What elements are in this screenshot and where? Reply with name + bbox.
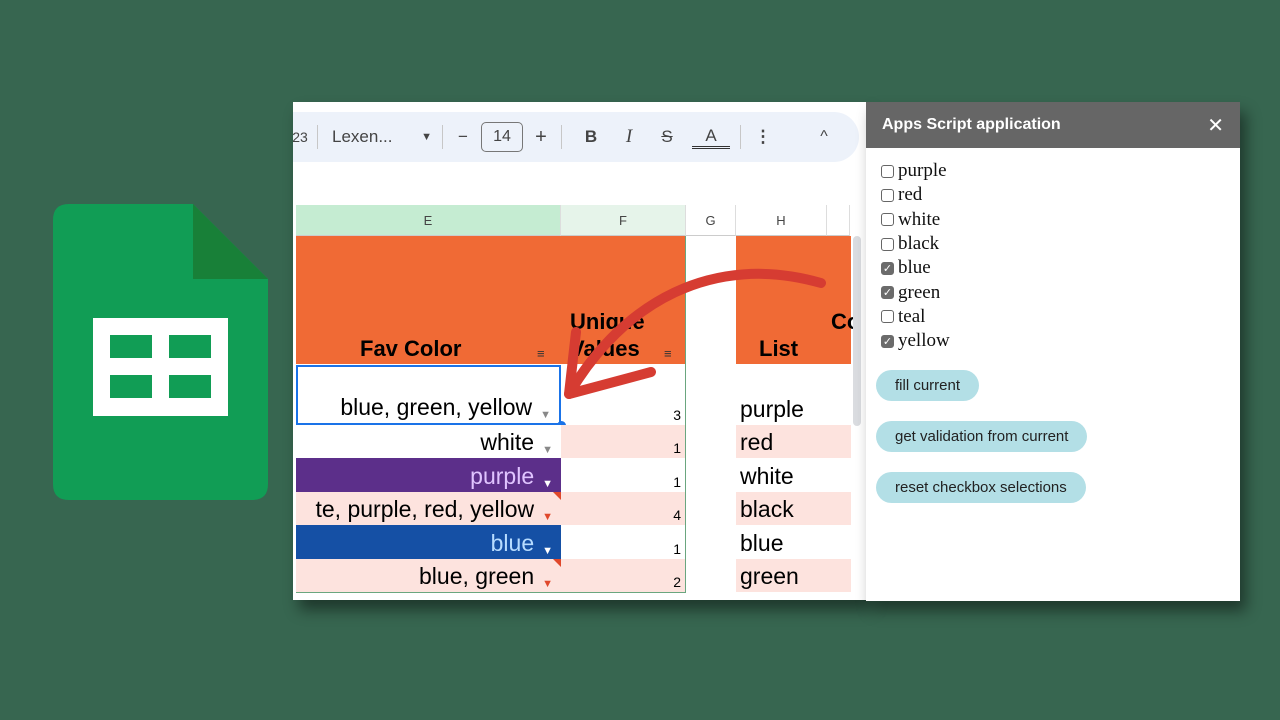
list-cell[interactable]: red <box>736 425 851 458</box>
checkbox-label: red <box>898 184 923 206</box>
font-size-input[interactable]: 14 <box>481 122 523 152</box>
invalid-data-marker <box>553 492 561 500</box>
checkbox-unchecked[interactable] <box>881 164 894 178</box>
checkbox-checked[interactable]: ✓ <box>881 286 894 300</box>
count-cell[interactable]: 1 <box>561 458 685 492</box>
fav-color-header: Fav Color <box>360 336 462 361</box>
divider <box>740 125 741 149</box>
checkbox-label: green <box>898 281 941 303</box>
checkbox-label: purple <box>898 160 947 182</box>
dropdown-arrow-icon[interactable]: ▼ <box>542 478 553 490</box>
text-color-button[interactable]: A <box>692 126 730 149</box>
strikethrough-button[interactable]: S <box>648 127 686 147</box>
checkbox-option-purple[interactable]: purple <box>881 159 1225 183</box>
checkbox-option-yellow[interactable]: ✓ yellow <box>881 329 1225 353</box>
column-header-f[interactable]: F <box>561 205 686 236</box>
dialog-title: Apps Script application <box>882 116 1061 133</box>
column-header-e[interactable]: E <box>296 205 561 236</box>
decrease-font-size-button[interactable]: − <box>453 127 473 147</box>
fav-cell[interactable]: blue, green ▼ <box>296 559 561 592</box>
count-cell[interactable]: 2 <box>561 559 685 592</box>
fav-cell[interactable]: blue ▼ <box>296 525 561 559</box>
fav-cell[interactable]: white ▼ <box>296 425 561 458</box>
cell-value: blue, green, yellow <box>340 394 533 420</box>
checkbox-label: teal <box>898 305 926 327</box>
dropdown-arrow-icon[interactable]: ▼ <box>542 545 553 557</box>
range-border <box>685 236 686 592</box>
selected-cell[interactable]: blue, green, yellow ▼ <box>296 365 561 425</box>
fav-cell[interactable]: te, purple, red, yellow ▼ <box>296 492 561 525</box>
count-cell[interactable]: 4 <box>561 492 685 525</box>
count-cell[interactable]: 1 <box>561 425 685 458</box>
dropdown-arrow-icon[interactable]: ▼ <box>542 444 553 456</box>
toolbar-partial-label: 23 <box>293 129 308 145</box>
cell-value: purple <box>470 463 535 489</box>
italic-button[interactable]: I <box>610 126 648 148</box>
list-cell[interactable]: black <box>736 492 851 525</box>
checkbox-label: black <box>898 233 940 255</box>
list-header: List <box>759 336 799 361</box>
checkbox-checked[interactable]: ✓ <box>881 261 894 275</box>
range-border <box>296 592 686 593</box>
spreadsheet-window: 23 Lexen... ▼ − 14 + B I S A ⋮ ^ E F G H… <box>293 102 866 600</box>
checkbox-label: yellow <box>898 330 950 352</box>
checkbox-label: white <box>898 208 941 230</box>
list-cell[interactable]: purple <box>736 365 851 425</box>
checkbox-option-teal[interactable]: teal <box>881 305 1225 329</box>
fav-cell[interactable]: purple ▼ <box>296 458 561 492</box>
dropdown-arrow-icon[interactable]: ▼ <box>542 578 553 590</box>
dialog-header: Apps Script application ✕ <box>866 102 1240 148</box>
vertical-scrollbar[interactable] <box>853 236 861 426</box>
list-cell[interactable]: white <box>736 458 851 492</box>
list-cell[interactable]: green <box>736 559 851 592</box>
divider <box>442 125 443 149</box>
cell-value: white <box>480 429 535 455</box>
increase-font-size-button[interactable]: + <box>531 126 551 149</box>
font-family-select[interactable]: Lexen... ▼ <box>332 127 432 147</box>
checkbox-list: purple red white black ✓ blue ✓ green teal ✓ yello… <box>866 148 1240 353</box>
invalid-data-marker <box>553 559 561 567</box>
divider <box>561 125 562 149</box>
fill-current-button[interactable]: fill current <box>876 370 980 402</box>
checkbox-option-red[interactable]: red <box>881 183 1225 207</box>
list-cell[interactable]: blue <box>736 525 851 559</box>
checkbox-unchecked[interactable] <box>881 310 894 324</box>
count-cell[interactable]: 3 <box>561 365 685 425</box>
reset-checkbox-button[interactable]: reset checkbox selections <box>876 472 1086 504</box>
cell-value: blue <box>490 530 535 556</box>
checkbox-option-green[interactable]: ✓ green <box>881 280 1225 304</box>
unique-values-header-line1: Unique <box>570 309 645 334</box>
action-buttons: fill current get validation from current r… <box>866 370 1240 504</box>
dropdown-arrow-icon[interactable]: ▼ <box>540 409 551 421</box>
checkbox-option-blue[interactable]: ✓ blue <box>881 256 1225 280</box>
cell-value: te, purple, red, yellow <box>315 496 535 522</box>
checkbox-unchecked[interactable] <box>881 237 894 251</box>
get-validation-button[interactable]: get validation from current <box>876 421 1088 453</box>
dropdown-arrow-icon[interactable]: ▼ <box>542 511 553 523</box>
checkbox-checked[interactable]: ✓ <box>881 334 894 348</box>
cell-value: blue, green <box>419 563 535 589</box>
filter-icon[interactable]: ≡ <box>664 346 672 361</box>
checkbox-option-black[interactable]: black <box>881 232 1225 256</box>
google-sheets-logo-icon <box>53 204 268 500</box>
close-icon[interactable]: ✕ <box>1207 113 1224 138</box>
checkbox-unchecked[interactable] <box>881 188 894 202</box>
more-options-icon[interactable]: ⋮ <box>753 127 773 147</box>
apps-script-dialog: Apps Script application ✕ purple red white… <box>866 102 1240 601</box>
formatting-toolbar: 23 Lexen... ▼ − 14 + B I S A ⋮ ^ <box>293 112 859 162</box>
column-header-g[interactable]: G <box>686 205 736 236</box>
divider <box>317 125 318 149</box>
checkbox-label: blue <box>898 257 931 279</box>
unique-values-header-line2: Values <box>570 336 640 361</box>
filter-icon[interactable]: ≡ <box>537 346 545 361</box>
caret-down-icon: ▼ <box>421 131 432 143</box>
column-header-h[interactable]: H <box>736 205 827 236</box>
font-name: Lexen... <box>332 127 393 146</box>
checkbox-option-white[interactable]: white <box>881 208 1225 232</box>
checkbox-unchecked[interactable] <box>881 213 894 227</box>
column-header-i[interactable] <box>827 205 850 236</box>
bold-button[interactable]: B <box>572 127 610 147</box>
count-cell[interactable]: 1 <box>561 525 685 559</box>
collapse-toolbar-icon[interactable]: ^ <box>809 128 839 146</box>
